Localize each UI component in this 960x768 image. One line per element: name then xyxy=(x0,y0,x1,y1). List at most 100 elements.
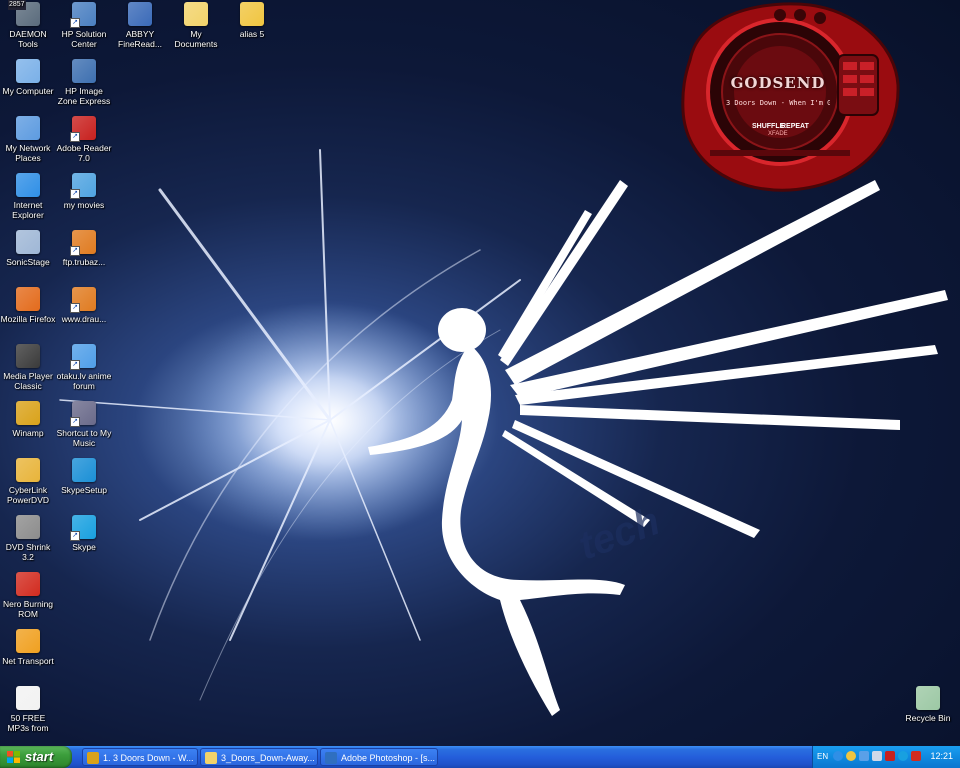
recycle-bin-icon xyxy=(916,686,940,710)
shortcut-arrow-icon: ↗ xyxy=(70,18,80,28)
shortcut-arrow-icon: ↗ xyxy=(70,303,80,313)
desktop-icon-label: My Network Places xyxy=(5,143,51,163)
my-network-places-icon xyxy=(16,116,40,140)
desktop-icon-label: www.drau... xyxy=(61,314,107,324)
skype-tray-icon[interactable] xyxy=(898,751,908,761)
desktop-icon-sonicstage[interactable]: SonicStage xyxy=(0,230,56,267)
bluetooth-icon[interactable] xyxy=(859,751,869,761)
adobe-reader-icon: ↗ xyxy=(70,116,96,142)
shortcut-arrow-icon: ↗ xyxy=(70,189,80,199)
taskbar-button-winamp[interactable]: 1. 3 Doors Down - W... xyxy=(82,748,198,766)
shuffle-button[interactable]: SHUFFLE xyxy=(752,123,784,130)
desktop-icon-dvd-shrink[interactable]: DVD Shrink 3.2 xyxy=(0,515,56,562)
desktop-icon-label: ftp.trubaz... xyxy=(62,257,106,267)
desktop-icon-free-mp3s-emusic[interactable]: 50 FREE MP3s from eMusic! xyxy=(0,686,56,733)
desktop-icon-hp-image-zone-express[interactable]: HP Image Zone Express xyxy=(56,59,112,106)
photoshop-icon xyxy=(325,752,337,764)
player-track-display: 3 Doors Down - When I'm Go xyxy=(726,99,830,107)
desktop-icon-ftp-trubaz[interactable]: ↗ ftp.trubaz... xyxy=(56,230,112,267)
media-player-classic-icon xyxy=(16,344,40,368)
taskbar-button-folder[interactable]: 3_Doors_Down-Away... xyxy=(200,748,318,766)
ati-icon[interactable] xyxy=(911,751,921,761)
desktop-icon-skypesetup[interactable]: SkypeSetup xyxy=(56,458,112,495)
desktop-icon-internet-explorer[interactable]: Internet Explorer xyxy=(0,173,56,220)
shortcut-arrow-icon: ↗ xyxy=(70,360,80,370)
desktop-icon-label: SonicStage xyxy=(6,257,50,267)
network-icon[interactable] xyxy=(833,751,843,761)
desktop-icon-recycle-bin[interactable]: Recycle Bin xyxy=(900,686,956,723)
desktop-icon-abbyy-finereader[interactable]: ABBYY FineRead... xyxy=(112,2,168,49)
desktop-icon-label: ABBYY FineRead... xyxy=(118,29,162,49)
desktop-icon-www-drau[interactable]: ↗ www.drau... xyxy=(56,287,112,324)
desktop-icon-otaku-lv-anime-forum[interactable]: ↗ otaku.lv anime forum xyxy=(56,344,112,391)
desktop-icon-adobe-reader[interactable]: ↗ Adobe Reader 7.0 xyxy=(56,116,112,163)
desktop-icon-my-documents[interactable]: My Documents xyxy=(168,2,224,49)
folder-icon xyxy=(205,752,217,764)
nero-burning-rom-icon xyxy=(16,572,40,596)
ftp-trubaz-icon: ↗ xyxy=(70,230,96,256)
hp-solution-center-icon: ↗ xyxy=(70,2,96,28)
shortcut-arrow-icon: ↗ xyxy=(70,246,80,256)
alias-5-icon xyxy=(240,2,264,26)
xfade-button[interactable]: XFADE xyxy=(768,131,788,137)
volume-icon[interactable] xyxy=(872,751,882,761)
language-indicator[interactable]: EN xyxy=(817,752,828,761)
desktop-icon-hp-solution-center[interactable]: ↗ HP Solution Center xyxy=(56,2,112,49)
mozilla-firefox-icon xyxy=(16,287,40,311)
otaku-lv-anime-forum-icon: ↗ xyxy=(70,344,96,370)
shortcut-arrow-icon: ↗ xyxy=(70,132,80,142)
www-drau-icon: ↗ xyxy=(70,287,96,313)
task-label: Adobe Photoshop - [s... xyxy=(341,753,436,763)
desktop-icon-label: Adobe Reader 7.0 xyxy=(56,143,112,163)
desktop-icon-mozilla-firefox[interactable]: Mozilla Firefox xyxy=(0,287,56,324)
desktop-icon-alias-5[interactable]: alias 5 xyxy=(224,2,280,39)
speed-icon[interactable] xyxy=(846,751,856,761)
net-transport-icon xyxy=(16,629,40,653)
start-button[interactable]: start xyxy=(0,746,72,768)
desktop-icon-label: Net Transport xyxy=(2,656,54,666)
desktop-icon-label: SkypeSetup xyxy=(61,485,107,495)
desktop-icon-label: DAEMON Tools xyxy=(9,29,47,49)
cyberlink-powerdvd-icon xyxy=(16,458,40,482)
my-movies-icon: ↗ xyxy=(70,173,96,199)
free-mp3s-emusic-icon xyxy=(16,686,40,710)
desktop-icon-media-player-classic[interactable]: Media Player Classic xyxy=(0,344,56,391)
winamp-player[interactable] xyxy=(680,0,900,195)
skypesetup-icon xyxy=(72,458,96,482)
hp-image-zone-express-icon xyxy=(72,59,96,83)
desktop-icon-my-network-places[interactable]: My Network Places xyxy=(0,116,56,163)
desktop-icon-my-movies[interactable]: ↗ my movies xyxy=(56,173,112,210)
desktop-icon-label: CyberLink PowerDVD xyxy=(6,485,50,505)
shortcut-arrow-icon: ↗ xyxy=(70,531,80,541)
clock[interactable]: 12:21 xyxy=(930,751,953,761)
desktop-icon-skype[interactable]: ↗ Skype xyxy=(56,515,112,552)
desktop-icon-label: Recycle Bin xyxy=(905,713,951,723)
shortcut-arrow-icon: ↗ xyxy=(70,417,80,427)
desktop-icon-label: Winamp xyxy=(12,428,44,438)
desktop-icon-label: My Documents xyxy=(174,29,218,49)
desktop-icon-label: alias 5 xyxy=(239,29,265,39)
flag-icon[interactable] xyxy=(885,751,895,761)
task-label: 1. 3 Doors Down - W... xyxy=(103,753,194,763)
icon-badge: 2857 xyxy=(8,0,26,10)
shortcut-to-my-music-icon: ↗ xyxy=(70,401,96,427)
desktop-icon-label: My Computer xyxy=(2,86,54,96)
desktop-icon-winamp[interactable]: Winamp xyxy=(0,401,56,438)
desktop-icon-my-computer[interactable]: My Computer xyxy=(0,59,56,96)
desktop-icon-daemon-tools[interactable]: 2857 DAEMON Tools xyxy=(0,0,56,49)
desktop-icon-label: my movies xyxy=(63,200,105,210)
desktop-icon-shortcut-to-my-music[interactable]: ↗ Shortcut to My Music xyxy=(56,401,112,448)
desktop-icon-label: HP Image Zone Express xyxy=(57,86,111,106)
desktop-icon-net-transport[interactable]: Net Transport xyxy=(0,629,56,666)
desktop-icon-label: Skype xyxy=(72,542,96,552)
taskbar: start 1. 3 Doors Down - W... 3_Doors_Dow… xyxy=(0,746,960,768)
my-computer-icon xyxy=(16,59,40,83)
desktop-icon-cyberlink-powerdvd[interactable]: CyberLink PowerDVD xyxy=(0,458,56,505)
winamp-icon xyxy=(87,752,99,764)
desktop-icon-label: otaku.lv anime forum xyxy=(56,371,112,391)
taskbar-button-photoshop[interactable]: Adobe Photoshop - [s... xyxy=(320,748,438,766)
desktop-icon-label: Nero Burning ROM xyxy=(2,599,54,619)
desktop-icon-label: DVD Shrink 3.2 xyxy=(5,542,51,562)
desktop-icon-nero-burning-rom[interactable]: Nero Burning ROM xyxy=(0,572,56,619)
repeat-button[interactable]: REPEAT xyxy=(781,123,809,130)
